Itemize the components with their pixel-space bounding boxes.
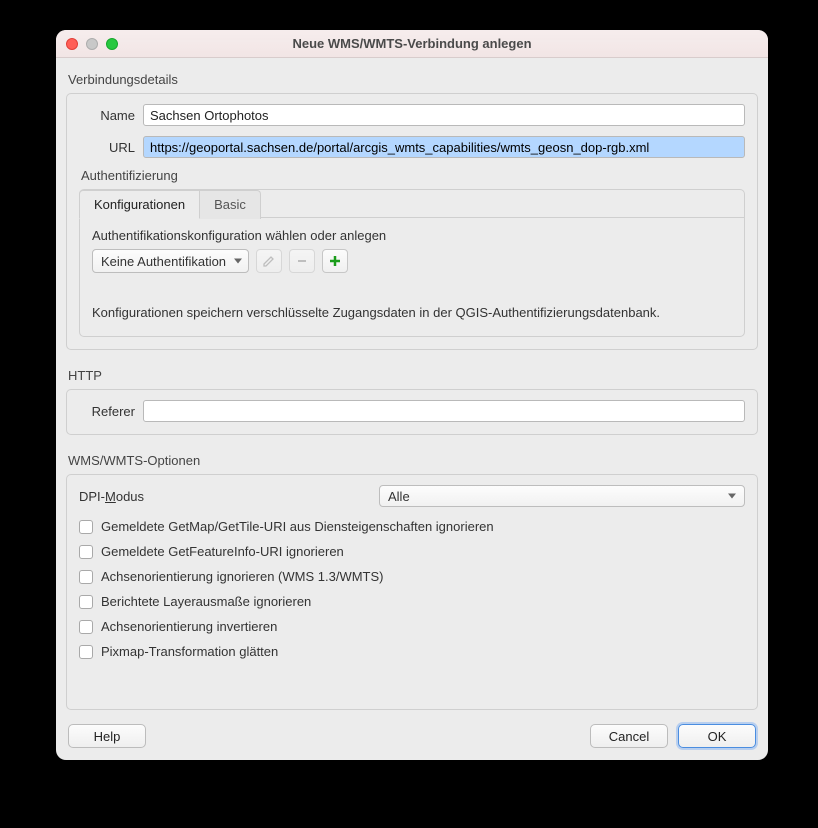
auth-tab-content: Authentifikationskonfiguration wählen od…	[80, 217, 744, 336]
http-group-label: HTTP	[68, 368, 758, 383]
chevron-down-icon	[234, 259, 242, 264]
tab-basic[interactable]: Basic	[200, 190, 261, 219]
auth-prompt: Authentifikationskonfiguration wählen od…	[92, 228, 732, 243]
tab-configurations[interactable]: Konfigurationen	[79, 190, 200, 219]
options-panel: DPI-Modus Alle Gemeldete GetMap/GetTile-…	[66, 474, 758, 710]
checkbox-ignore-axis-orientation[interactable]	[79, 570, 93, 584]
auth-label: Authentifizierung	[81, 168, 745, 183]
auth-config-value: Keine Authentifikation	[101, 254, 226, 269]
dialog-window: Neue WMS/WMTS-Verbindung anlegen Verbind…	[56, 30, 768, 760]
dpi-mode-value: Alle	[388, 489, 410, 504]
checkbox-ignore-getfeatureinfo-uri[interactable]	[79, 545, 93, 559]
checkbox-label: Gemeldete GetMap/GetTile-URI aus Dienste…	[101, 519, 494, 534]
options-group-label: WMS/WMTS-Optionen	[68, 453, 758, 468]
checkbox-invert-axis-orientation[interactable]	[79, 620, 93, 634]
dialog-body: Verbindungsdetails Name URL Authentifizi…	[56, 58, 768, 760]
url-input[interactable]	[143, 136, 745, 158]
add-auth-button[interactable]	[322, 249, 348, 273]
dialog-footer: Help Cancel OK	[66, 724, 758, 750]
name-label: Name	[79, 108, 135, 123]
auth-config-select[interactable]: Keine Authentifikation	[92, 249, 249, 273]
edit-auth-button[interactable]	[256, 249, 282, 273]
remove-auth-button[interactable]	[289, 249, 315, 273]
dpi-mode-label: DPI-Modus	[79, 489, 379, 504]
checkbox-ignore-layer-extents[interactable]	[79, 595, 93, 609]
chevron-down-icon	[728, 494, 736, 499]
http-panel: Referer	[66, 389, 758, 435]
cancel-button[interactable]: Cancel	[590, 724, 668, 748]
checkbox-label: Berichtete Layerausmaße ignorieren	[101, 594, 311, 609]
checkbox-label: Achsenorientierung ignorieren (WMS 1.3/W…	[101, 569, 384, 584]
ok-button[interactable]: OK	[678, 724, 756, 748]
checkbox-label: Gemeldete GetFeatureInfo-URI ignorieren	[101, 544, 344, 559]
referer-label: Referer	[79, 404, 135, 419]
auth-tabs: Konfigurationen Basic	[79, 189, 744, 218]
window-title: Neue WMS/WMTS-Verbindung anlegen	[56, 36, 768, 51]
checkbox-smooth-pixmap[interactable]	[79, 645, 93, 659]
checkbox-label: Pixmap-Transformation glätten	[101, 644, 278, 659]
auth-panel: Konfigurationen Basic Authentifikationsk…	[79, 189, 745, 337]
titlebar: Neue WMS/WMTS-Verbindung anlegen	[56, 30, 768, 58]
checkbox-ignore-getmap-uri[interactable]	[79, 520, 93, 534]
help-button[interactable]: Help	[68, 724, 146, 748]
connection-group-label: Verbindungsdetails	[68, 72, 758, 87]
referer-input[interactable]	[143, 400, 745, 422]
checkbox-label: Achsenorientierung invertieren	[101, 619, 277, 634]
name-input[interactable]	[143, 104, 745, 126]
dpi-mode-select[interactable]: Alle	[379, 485, 745, 507]
auth-note: Konfigurationen speichern verschlüsselte…	[92, 305, 732, 320]
url-label: URL	[79, 140, 135, 155]
connection-panel: Name URL Authentifizierung Konfiguration…	[66, 93, 758, 350]
